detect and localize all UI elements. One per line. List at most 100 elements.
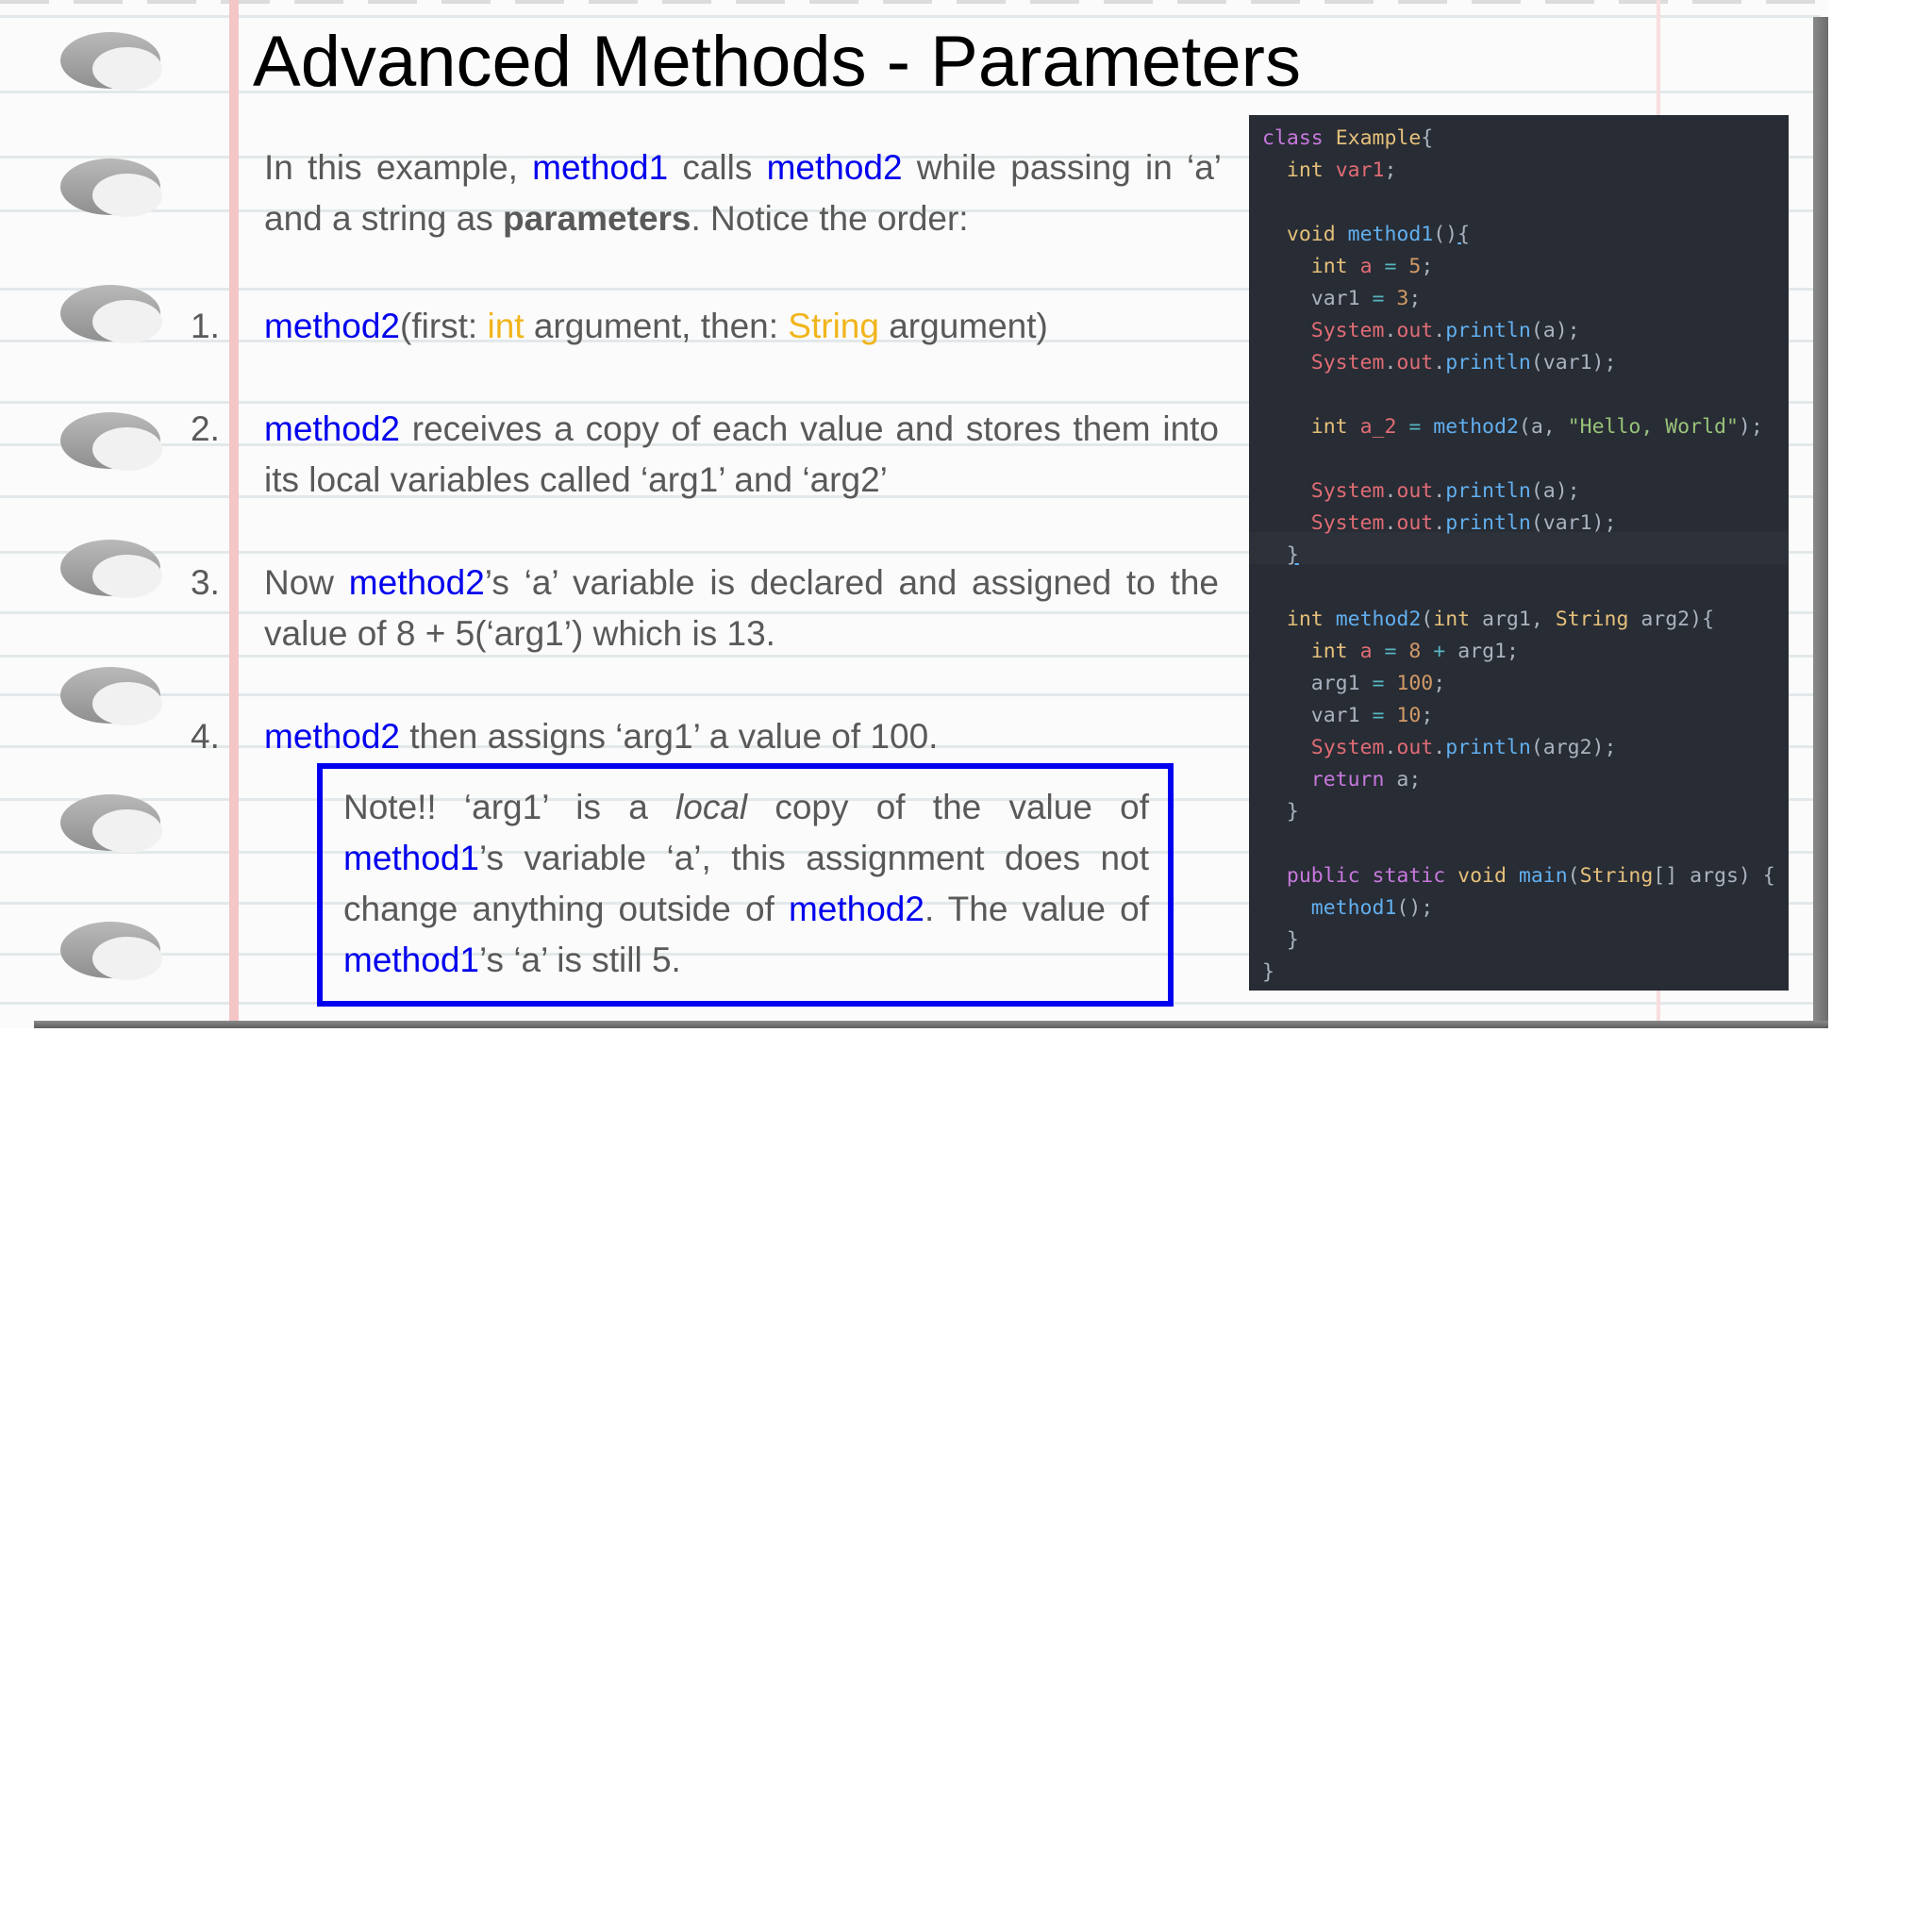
code-token: Example [1335,126,1422,150]
method2-highlight: method2 [788,890,924,928]
code-token: var1 [1310,704,1360,727]
list-item: Now method2’s ‘a’ variable is declared a… [264,558,1219,659]
margin-line [229,0,239,1028]
method2-highlight: method2 [264,307,400,345]
ruled-line [0,15,1821,18]
list-item-text: argument, then: [524,307,789,345]
code-token: println [1445,319,1531,342]
code-token: a [1396,768,1409,791]
method2-highlight: method2 [348,563,485,602]
method2-highlight: method2 [264,717,400,756]
code-token: method1 [1347,223,1434,246]
code-token: a_2 [1359,415,1397,439]
code-token: System [1310,736,1385,759]
code-token: var1 [1310,287,1360,310]
code-panel: class Example{ int var1; void method1(){… [1249,115,1789,991]
binder-hole [60,32,162,91]
code-token: a [1542,479,1556,503]
note-text-part: copy of the value of [747,788,1149,826]
method1-highlight: method1 [343,839,479,877]
code-token: method2 [1433,415,1519,439]
ruled-line-top [0,0,1821,4]
code-token: class [1262,126,1324,150]
page-edge-shadow [1813,17,1828,1028]
code-token: int [1310,415,1348,439]
list-number: 3. [191,563,220,602]
list-item: method2(first: int argument, then: Strin… [264,301,1219,352]
note-text: Note!! ‘arg1’ is a local copy of the val… [343,782,1149,986]
code-token: a [1359,640,1373,663]
code-token: int [1286,158,1324,182]
code-token: int [1286,608,1324,631]
slide-title: Advanced Methods - Parameters [253,22,1301,102]
code-token: method1 [1310,896,1397,920]
code-token: out [1396,736,1434,759]
code-token: out [1396,351,1434,375]
code-token: return [1310,768,1385,791]
notebook-page: Advanced Methods - Parameters In this ex… [0,0,1828,1028]
code-token: method2 [1335,608,1422,631]
list-number: 4. [191,717,220,756]
method2-highlight: method2 [264,409,400,448]
code-token: String [1579,864,1654,888]
page-edge-shadow [34,1021,1828,1028]
code-token: var1 [1335,158,1385,182]
code-token: arg1 [1482,608,1531,631]
parameters-bold: parameters [502,199,691,238]
code-token: int [1310,640,1348,663]
list-item-text: Now [264,563,349,602]
code-token: static [1372,864,1446,888]
code-token: 10 [1396,704,1422,727]
code-token: var1 [1542,511,1592,535]
code-token: int [1433,608,1471,631]
code-token: println [1445,351,1531,375]
code-token: String [1555,608,1629,631]
list-number: 1. [191,307,220,345]
type-string-highlight: String [788,307,879,345]
code-token: a [1542,319,1556,342]
method1-highlight: method1 [532,148,669,187]
code-token: System [1310,479,1385,503]
code-token: 8 [1408,640,1422,663]
binder-hole [60,285,162,343]
note-text-part: ’s ‘a’ is still 5. [479,941,681,979]
code-token: out [1396,319,1434,342]
note-box: Note!! ‘arg1’ is a local copy of the val… [317,763,1174,1007]
code-token: out [1396,479,1434,503]
code-token: int [1310,255,1348,278]
method1-highlight: method1 [343,941,479,979]
list-item-text: argument) [878,307,1048,345]
list-item: method2 receives a copy of each value an… [264,404,1219,506]
intro-text: In this example, [264,148,533,187]
code-token: arg1 [1310,672,1360,695]
binder-hole [60,794,162,853]
code-token: println [1445,736,1531,759]
binder-hole [60,540,162,598]
code-block: class Example{ int var1; void method1(){… [1262,126,1775,984]
code-token: arg1 [1457,640,1507,663]
note-text-part: Note!! ‘arg1’ is a [343,788,676,826]
list-item: method2 then assigns ‘arg1’ a value of 1… [264,711,1219,762]
code-token: println [1445,511,1531,535]
code-token: var1 [1542,351,1592,375]
code-token: void [1286,223,1336,246]
local-emphasis: local [675,788,748,826]
code-token: "Hello, World" [1567,415,1739,439]
code-token: 3 [1396,287,1409,310]
binder-hole [60,412,162,471]
binder-hole [60,922,162,980]
code-token: 5 [1408,255,1422,278]
code-token: 100 [1396,672,1434,695]
intro-paragraph: In this example, method1 calls method2 w… [264,142,1222,244]
code-token: println [1445,479,1531,503]
binder-hole [60,667,162,725]
list-item-text: (first: [400,307,488,345]
intro-text: calls [668,148,767,187]
code-token: a [1530,415,1543,439]
code-token: System [1310,319,1385,342]
type-int-highlight: int [487,307,525,345]
code-token: a [1359,255,1373,278]
note-text-part: . The value of [924,890,1149,928]
list-number: 2. [191,409,220,448]
code-token: arg2 [1641,608,1690,631]
